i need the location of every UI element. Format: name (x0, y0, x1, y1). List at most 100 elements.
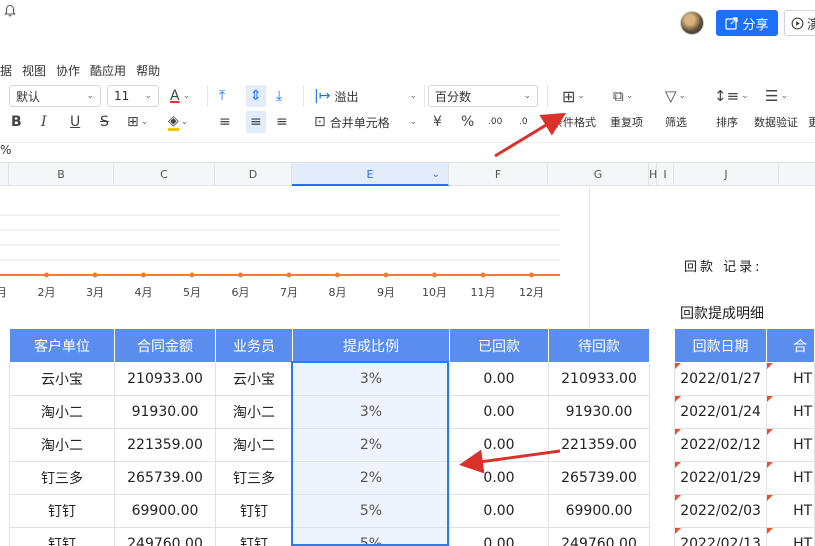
table-cell[interactable]: HT (766, 494, 815, 528)
column-header-g[interactable]: G (548, 163, 649, 186)
table-cell[interactable]: 2022/01/29 (673, 461, 768, 495)
table-cell[interactable]: 3% (292, 362, 450, 396)
chart-point[interactable] (189, 272, 195, 278)
align-top-icon[interactable]: ⤒ (219, 85, 225, 107)
menu-item-collab[interactable]: 协作 (56, 62, 80, 79)
table-cell[interactable]: 91930.00 (548, 395, 650, 429)
table-cell[interactable]: 钉钉 (9, 494, 115, 528)
table-cell[interactable]: 0.00 (449, 395, 549, 429)
comment-marker-icon[interactable] (675, 429, 681, 435)
percent-button[interactable]: % (461, 111, 474, 133)
decimal-decrease-button[interactable]: .0 (519, 111, 528, 133)
table-cell[interactable]: 249760.00 (548, 527, 650, 546)
align-left-icon[interactable]: ≡ (219, 111, 231, 133)
align-right-icon[interactable]: ≡ (276, 111, 288, 133)
strikethrough-icon[interactable]: S (100, 111, 109, 133)
table-cell[interactable]: 91930.00 (114, 395, 216, 429)
table-cell[interactable]: 2022/01/24 (673, 395, 768, 429)
comment-marker-icon[interactable] (675, 528, 681, 534)
italic-icon[interactable]: I (41, 111, 47, 133)
fill-color-icon[interactable]: ◈ ⌄ (168, 111, 188, 133)
table-cell[interactable]: 265739.00 (114, 461, 216, 495)
number-format-select[interactable]: 百分数 ⌄ (428, 85, 538, 107)
column-header-b[interactable]: B (9, 163, 114, 186)
chart-point[interactable] (238, 272, 243, 278)
table-cell[interactable]: 0.00 (449, 428, 549, 462)
font-family-select[interactable]: 默认 ⌄ (9, 85, 101, 107)
conditional-format-label[interactable]: 条件格式 (552, 111, 596, 133)
share-button[interactable]: 分享 (716, 10, 778, 36)
table-cell[interactable]: 221359.00 (548, 428, 650, 462)
chart-point[interactable] (529, 272, 534, 278)
sort-icon[interactable]: ↕≡ ⌄ (714, 85, 749, 107)
table-cell[interactable]: 淘小二 (215, 428, 293, 462)
table-cell[interactable]: 2022/02/12 (673, 428, 768, 462)
menu-item-data[interactable]: 据 (0, 62, 12, 79)
menu-item-help[interactable]: 帮助 (136, 62, 160, 79)
merge-cells-select[interactable]: ⊡ 合并单元格 ⌄ (314, 111, 417, 133)
column-header-f[interactable]: F (449, 163, 548, 186)
table-cell[interactable]: 钉三多 (215, 461, 293, 495)
header-payment-date[interactable]: 回款日期 (673, 328, 768, 363)
table-cell[interactable]: 2% (292, 428, 450, 462)
chart-point[interactable] (480, 272, 486, 278)
column-header-c[interactable]: C (114, 163, 215, 186)
table-cell[interactable]: 2022/02/13 (673, 527, 768, 546)
header-contract[interactable]: 合 (766, 328, 815, 363)
chart-point[interactable] (44, 272, 49, 278)
line-chart[interactable]: 1月 2月 3月 4月 5月 6月 7月 8月 9月 10月 11月 12月 (0, 186, 570, 306)
table-cell[interactable]: 221359.00 (114, 428, 216, 462)
table-cell[interactable]: 淘小二 (9, 395, 115, 429)
chart-point[interactable] (286, 272, 292, 278)
sort-label[interactable]: 排序 (716, 111, 738, 133)
column-header-d[interactable]: D (215, 163, 292, 186)
header-salesperson[interactable]: 业务员 (215, 328, 293, 363)
decimal-increase-button[interactable]: .00 (488, 111, 502, 133)
table-cell[interactable]: 2022/02/03 (673, 494, 768, 528)
column-header-h[interactable]: H (649, 163, 657, 186)
table-cell[interactable]: 钉三多 (9, 461, 115, 495)
comment-marker-icon[interactable] (675, 396, 681, 402)
user-avatar[interactable] (680, 11, 704, 35)
table-cell[interactable]: 3% (292, 395, 450, 429)
table-cell[interactable]: 5% (292, 494, 450, 528)
validation-label[interactable]: 数据验证 (754, 111, 798, 133)
menu-item-view[interactable]: 视图 (22, 62, 46, 79)
font-color-button[interactable]: A ⌄ (170, 85, 190, 107)
overflow-select[interactable]: |↦ 溢出 ⌄ (314, 85, 417, 107)
table-cell[interactable]: 0.00 (449, 362, 549, 396)
table-cell[interactable]: 69900.00 (114, 494, 216, 528)
duplicates-icon[interactable]: ⧉ ⌄ (613, 85, 633, 107)
conditional-format-icon[interactable]: ⊞ ⌄ (562, 85, 585, 107)
table-cell[interactable]: 0.00 (449, 527, 549, 546)
comment-marker-icon[interactable] (675, 363, 681, 369)
underline-icon[interactable]: U (70, 111, 80, 133)
header-received[interactable]: 已回款 (449, 328, 549, 363)
table-cell[interactable]: 210933.00 (548, 362, 650, 396)
align-center-icon[interactable]: ≡ (246, 111, 266, 133)
table-cell[interactable]: 249760.00 (114, 527, 216, 546)
present-button[interactable]: 演 (784, 10, 815, 36)
table-cell[interactable]: 云小宝 (9, 362, 115, 396)
column-header-k[interactable] (779, 163, 815, 186)
table-cell[interactable]: HT (766, 461, 815, 495)
table-cell[interactable]: HT (766, 428, 815, 462)
table-cell[interactable]: 钉钉 (215, 527, 293, 546)
table-cell[interactable]: 钉钉 (9, 527, 115, 546)
table-cell[interactable]: 69900.00 (548, 494, 650, 528)
table-cell[interactable]: HT (766, 362, 815, 396)
table-cell[interactable]: 265739.00 (548, 461, 650, 495)
border-icon[interactable]: ⊞ ⌄ (127, 111, 148, 133)
column-header-e[interactable]: E ⌄ (292, 163, 449, 186)
table-cell[interactable]: 5% (292, 527, 450, 546)
comment-marker-icon[interactable] (675, 462, 681, 468)
chart-point[interactable] (383, 272, 389, 278)
chart-point[interactable] (432, 272, 437, 278)
validation-icon[interactable]: ☰ ⌄ (765, 85, 788, 107)
comment-marker-icon[interactable] (767, 495, 774, 501)
chart-point[interactable] (92, 272, 98, 278)
comment-marker-icon[interactable] (767, 363, 774, 369)
align-middle-icon[interactable]: ⇕ (246, 85, 266, 107)
table-cell[interactable]: 云小宝 (215, 362, 293, 396)
filter-icon[interactable]: ▽ ⌄ (665, 85, 686, 107)
